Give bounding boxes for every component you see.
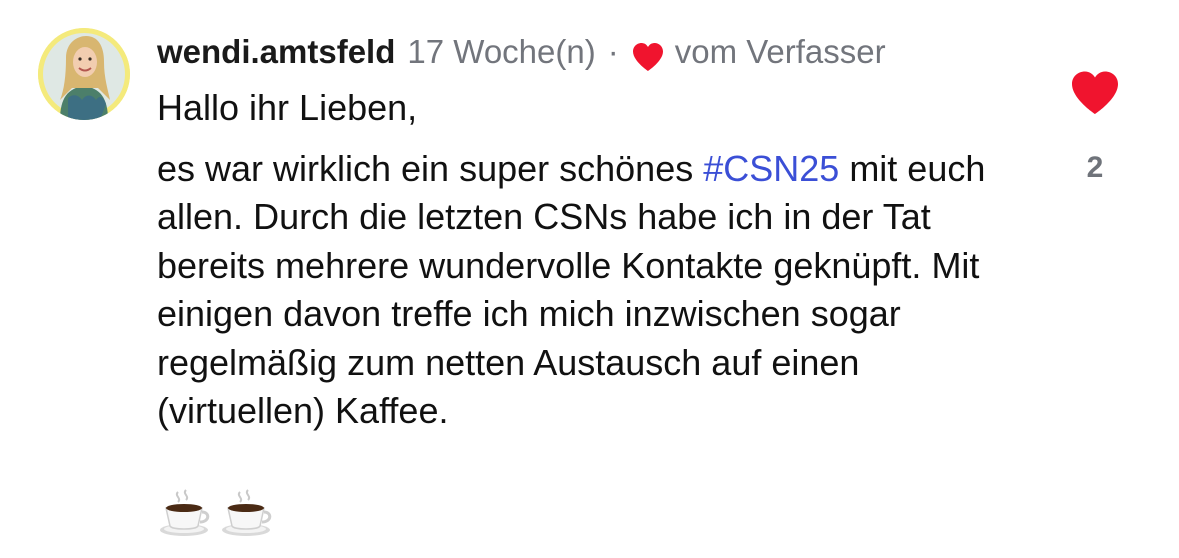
avatar-image	[38, 28, 130, 120]
hashtag-link[interactable]: #CSN25	[703, 148, 839, 189]
comment-text-end: mit euch allen. Durch die letzten CSNs h…	[157, 147, 986, 432]
comment: wendi.amtsfeld 17 Woche(n) · vom Verfass…	[0, 0, 1179, 558]
author-like-label: vom Verfasser	[674, 33, 886, 70]
separator-dot: ·	[607, 33, 619, 70]
coffee-cup-icon	[160, 489, 210, 536]
author-heart-icon	[631, 39, 665, 71]
comment-greeting: Hallo ihr Lieben,	[157, 87, 418, 128]
username-link[interactable]: wendi.amtsfeld	[157, 30, 395, 74]
comment-text-start: es war wirklich ein super schönes	[157, 147, 704, 189]
avatar[interactable]	[38, 28, 130, 120]
comment-time: 17 Woche(n)	[407, 33, 596, 70]
comment-body: Hallo ihr Lieben, es war wirklich ein su…	[157, 84, 1037, 436]
like-count[interactable]: 2	[1070, 148, 1120, 188]
like-heart-icon[interactable]	[1070, 70, 1120, 116]
comment-paragraph: es war wirklich ein super schönes #CSN25…	[157, 145, 1037, 436]
comment-header: wendi.amtsfeld 17 Woche(n) · vom Verfass…	[157, 30, 886, 74]
coffee-cup-icon	[222, 489, 272, 536]
emoji-row	[158, 488, 274, 538]
